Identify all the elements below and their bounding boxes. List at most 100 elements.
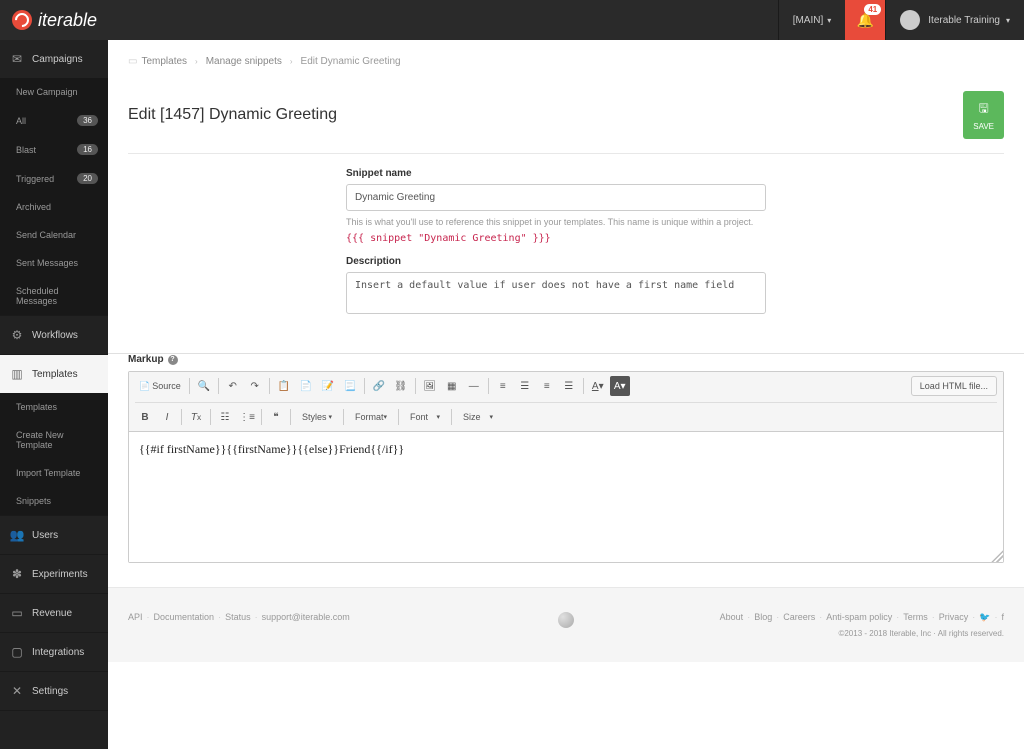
align-left-button[interactable]: ≡ [493, 376, 513, 396]
nav-sub-item[interactable]: All36 [0, 106, 108, 135]
undo-button[interactable]: ↶ [223, 376, 243, 396]
breadcrumb: ▭ Templates › Manage snippets › Edit Dyn… [128, 56, 1004, 67]
align-justify-button[interactable]: ☰ [559, 376, 579, 396]
nav-sub-label: Triggered [16, 174, 54, 184]
nav-sub-item[interactable]: Snippets [0, 487, 108, 515]
sidebar: ✉CampaignsNew CampaignAll36Blast16Trigge… [0, 40, 108, 749]
load-html-button[interactable]: Load HTML file... [911, 376, 997, 396]
footer-link[interactable]: Terms [903, 612, 928, 622]
brand-name: iterable [38, 10, 97, 31]
nav-label: Experiments [32, 569, 88, 580]
nav-sub-item[interactable]: Scheduled Messages [0, 277, 108, 315]
snippet-name-input[interactable] [346, 184, 766, 211]
nav-sub-item[interactable]: Triggered20 [0, 164, 108, 193]
facebook-icon[interactable]: f [1001, 612, 1004, 622]
nav-sub-label: New Campaign [16, 87, 78, 97]
nav-experiments[interactable]: ✽Experiments [0, 555, 108, 593]
footer-link[interactable]: Careers [783, 612, 815, 622]
paste-button[interactable]: 📄 [296, 376, 316, 396]
nav-campaigns[interactable]: ✉Campaigns [0, 40, 108, 78]
unlink-button[interactable]: ⛓ [391, 376, 411, 396]
rich-text-editor: 📄 Source 🔍 ↶ ↷ 📋 📄 📝 📃 🔗 ⛓ 🖼 [128, 371, 1004, 563]
nav-icon: ⚙ [10, 328, 24, 342]
editor-content[interactable]: {{#if firstName}}{{firstName}}{{else}}Fr… [129, 432, 1003, 562]
footer-link[interactable]: API [128, 612, 143, 622]
footer-link[interactable]: Privacy [939, 612, 969, 622]
nav-users[interactable]: 👥Users [0, 516, 108, 554]
paste-word-button[interactable]: 📃 [340, 376, 360, 396]
breadcrumb-link[interactable]: Manage snippets [206, 56, 282, 67]
paste-text-button[interactable]: 📝 [318, 376, 338, 396]
markup-label: Markup ? [128, 354, 1004, 365]
nav-sub-label: Archived [16, 202, 51, 212]
twitter-icon[interactable]: 🐦 [979, 612, 990, 622]
nav-workflows[interactable]: ⚙ Workflows [0, 316, 108, 354]
bold-button[interactable]: B [135, 407, 155, 427]
nav-label: Workflows [32, 330, 78, 341]
nav-sub-label: Templates [16, 402, 57, 412]
hr-button[interactable]: — [464, 376, 484, 396]
nav-templates[interactable]: ▥Templates [0, 355, 108, 393]
format-dropdown[interactable]: Format▾ [348, 409, 394, 425]
source-button[interactable]: 📄 Source [135, 379, 185, 394]
redo-button[interactable]: ↷ [245, 376, 265, 396]
align-right-button[interactable]: ≡ [537, 376, 557, 396]
nav-integrations[interactable]: ▢Integrations [0, 633, 108, 671]
nav-sub-label: Send Calendar [16, 230, 76, 240]
nav-label: Revenue [32, 608, 72, 619]
page-title: Edit [1457] Dynamic Greeting [128, 106, 337, 124]
logo[interactable]: iterable [0, 10, 109, 31]
notifications-button[interactable]: 🔔 41 [845, 0, 885, 40]
nav-sub-item[interactable]: Sent Messages [0, 249, 108, 277]
copy-button[interactable]: 📋 [274, 376, 294, 396]
main-content: ▭ Templates › Manage snippets › Edit Dyn… [108, 40, 1024, 749]
resize-handle[interactable] [991, 550, 1003, 562]
footer-link[interactable]: Blog [754, 612, 772, 622]
chevron-right-icon: › [290, 57, 293, 66]
italic-button[interactable]: I [157, 407, 177, 427]
footer-link[interactable]: Status [225, 612, 251, 622]
nav-sub-label: Scheduled Messages [16, 286, 98, 306]
globe-icon [558, 612, 574, 628]
footer-left: API·Documentation·Status·support@iterabl… [128, 612, 350, 622]
image-button[interactable]: 🖼 [420, 376, 440, 396]
footer-link[interactable]: About [720, 612, 744, 622]
topbar-right: [MAIN] ▾ 🔔 41 Iterable Training ▾ [778, 0, 1024, 40]
org-selector[interactable]: [MAIN] ▾ [778, 0, 846, 40]
nav-sub-item[interactable]: Send Calendar [0, 221, 108, 249]
blockquote-button[interactable]: ❝ [266, 407, 286, 427]
user-menu[interactable]: Iterable Training ▾ [885, 0, 1024, 40]
align-center-button[interactable]: ☰ [515, 376, 535, 396]
nav-sub-item[interactable]: Import Template [0, 459, 108, 487]
bullet-list-button[interactable]: ⋮≡ [237, 407, 257, 427]
link-button[interactable]: 🔗 [369, 376, 389, 396]
count-badge: 16 [77, 144, 98, 155]
nav-sub-item[interactable]: Create New Template [0, 421, 108, 459]
nav-sub-item[interactable]: New Campaign [0, 78, 108, 106]
preview-button[interactable]: 🔍 [194, 376, 214, 396]
help-icon[interactable]: ? [168, 355, 178, 365]
nav-sub-item[interactable]: Blast16 [0, 135, 108, 164]
nav-revenue[interactable]: ▭Revenue [0, 594, 108, 632]
nav-settings[interactable]: ✕Settings [0, 672, 108, 710]
footer-link[interactable]: Documentation [154, 612, 215, 622]
text-color-button[interactable]: A▾ [588, 376, 608, 396]
logo-icon [12, 10, 32, 30]
bg-color-button[interactable]: A▾ [610, 376, 630, 396]
footer-link[interactable]: Anti-spam policy [826, 612, 892, 622]
description-input[interactable] [346, 272, 766, 314]
chevron-down-icon: ▾ [1006, 16, 1010, 25]
breadcrumb-link[interactable]: Templates [141, 56, 187, 67]
numbered-list-button[interactable]: ☷ [215, 407, 235, 427]
table-button[interactable]: ▦ [442, 376, 462, 396]
notification-count: 41 [864, 4, 881, 15]
remove-format-button[interactable]: Tx [186, 407, 206, 427]
nav-sub-item[interactable]: Archived [0, 193, 108, 221]
nav-sub-label: All [16, 116, 26, 126]
footer-link[interactable]: support@iterable.com [262, 612, 350, 622]
font-dropdown[interactable]: Font▾ [403, 409, 447, 425]
nav-sub-item[interactable]: Templates [0, 393, 108, 421]
save-button[interactable]: 🖫 SAVE [963, 91, 1004, 139]
styles-dropdown[interactable]: Styles▾ [295, 409, 339, 425]
size-dropdown[interactable]: Size▾ [456, 409, 500, 425]
